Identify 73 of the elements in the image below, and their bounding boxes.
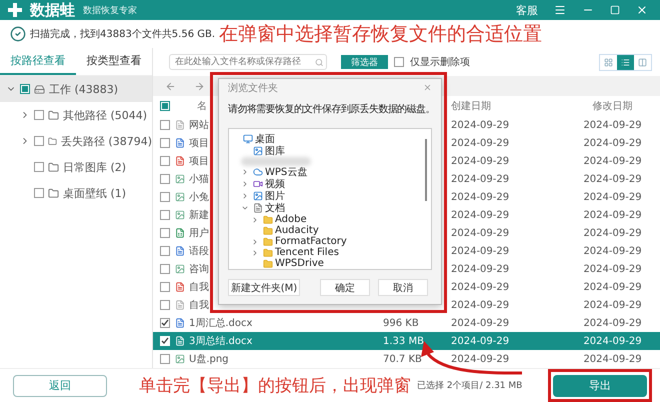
tree-label: 桌面壁纸 (1) bbox=[63, 186, 126, 200]
created-date: 2024-09-29 bbox=[450, 264, 510, 274]
column-header: 创建日期 bbox=[450, 100, 491, 113]
created-date: 2024-09-29 bbox=[450, 210, 510, 220]
folder-label: 视频 bbox=[265, 178, 285, 190]
checkbox-label: 仅显示删除项 bbox=[410, 56, 470, 69]
app-logo: 数据蛙 bbox=[30, 0, 75, 20]
file-name: 用户 bbox=[189, 226, 209, 240]
file-name: 自我 bbox=[189, 298, 209, 312]
modified-date: 2024-09-29 bbox=[582, 156, 643, 166]
created-date: 2024-09-29 bbox=[450, 282, 510, 292]
modified-date: 2024-09-29 bbox=[582, 282, 643, 292]
tree-label: 日常图库 (2) bbox=[63, 160, 126, 174]
file-size: 70.7 KB bbox=[382, 354, 423, 364]
annotation-text: 单击完【导出】的按钮后，出现弹窗 bbox=[139, 375, 411, 397]
created-date: 2024-09-29 bbox=[450, 300, 510, 310]
modified-date: 2024-09-29 bbox=[582, 264, 643, 274]
created-date: 2024-09-29 bbox=[450, 246, 510, 256]
file-name: U盘.png bbox=[189, 353, 229, 366]
folder-label: 文档 bbox=[265, 202, 285, 214]
tree-label: 工作 (43883) bbox=[49, 82, 118, 96]
file-name: 新建 bbox=[189, 208, 209, 222]
file-name: 网站 bbox=[189, 118, 209, 132]
column-header: 名 bbox=[196, 100, 207, 113]
column-header: 修改日期 bbox=[592, 100, 634, 113]
created-date: 2024-09-29 bbox=[450, 156, 510, 166]
modified-date: 2024-09-29 bbox=[582, 138, 643, 148]
created-date: 2024-09-29 bbox=[450, 354, 510, 364]
file-size: 996 KB bbox=[382, 318, 420, 328]
folder-label: Adobe bbox=[275, 214, 307, 225]
modified-date: 2024-09-29 bbox=[582, 246, 643, 256]
folder-label: 桌面 bbox=[255, 132, 275, 146]
tree-label: 其他路径 (5044) bbox=[63, 108, 148, 122]
modified-date: 2024-09-29 bbox=[582, 192, 643, 202]
file-name: 小兔 bbox=[189, 190, 209, 204]
folder-label: 图库 bbox=[265, 144, 285, 158]
modified-date: 2024-09-29 bbox=[582, 174, 643, 184]
dialog-title: 浏览文件夹 bbox=[228, 82, 278, 94]
modified-date: 2024-09-29 bbox=[582, 300, 643, 310]
created-date: 2024-09-29 bbox=[450, 318, 510, 328]
folder-label: Audacity bbox=[275, 225, 319, 236]
dialog-message: 请勿将需要恢复的文件保存到原丢失数据的磁盘。 bbox=[228, 102, 432, 116]
selection-summary: 已选择 2个项目/ 2.31 MB bbox=[417, 380, 522, 392]
modified-date: 2024-09-29 bbox=[582, 354, 643, 364]
file-name: 语段 bbox=[189, 245, 209, 258]
folder-label: FormatFactory bbox=[275, 236, 347, 247]
folder-label: 图片 bbox=[265, 190, 285, 202]
file-name: 咨询 bbox=[189, 263, 209, 276]
file-name: 1周汇总.docx bbox=[189, 316, 252, 330]
created-date: 2024-09-29 bbox=[450, 174, 510, 184]
created-date: 2024-09-29 bbox=[450, 192, 510, 202]
created-date: 2024-09-29 bbox=[450, 120, 510, 130]
modified-date: 2024-09-29 bbox=[582, 210, 643, 220]
file-name: 小猫 bbox=[189, 172, 209, 186]
created-date: 2024-09-29 bbox=[450, 228, 510, 238]
file-name: 3周总结.docx bbox=[189, 334, 252, 348]
file-name: 自我 bbox=[189, 280, 209, 294]
folder-label: Tencent Files bbox=[275, 247, 339, 258]
modified-date: 2024-09-29 bbox=[582, 120, 643, 130]
scan-status: 扫描完成，找到43883个文件共5.56 GB. bbox=[30, 28, 216, 41]
tree-label: 丢失路径 (38794) bbox=[60, 134, 152, 148]
created-date: 2024-09-29 bbox=[450, 336, 510, 346]
file-name: 项目 bbox=[189, 155, 209, 168]
folder-label: WPS云盘 bbox=[265, 166, 308, 178]
folder-label: WPSDrive bbox=[275, 258, 324, 269]
annotation-text: 在弹窗中选择暂存恢复文件的合适位置 bbox=[219, 22, 542, 47]
file-size: 1.33 MB bbox=[382, 336, 425, 346]
modified-date: 2024-09-29 bbox=[582, 228, 643, 238]
modified-date: 2024-09-29 bbox=[582, 318, 643, 328]
file-name: 项目 bbox=[189, 137, 209, 150]
created-date: 2024-09-29 bbox=[450, 138, 510, 148]
modified-date: 2024-09-29 bbox=[582, 336, 643, 346]
app-subtitle: 数据恢复专家 bbox=[83, 4, 138, 16]
